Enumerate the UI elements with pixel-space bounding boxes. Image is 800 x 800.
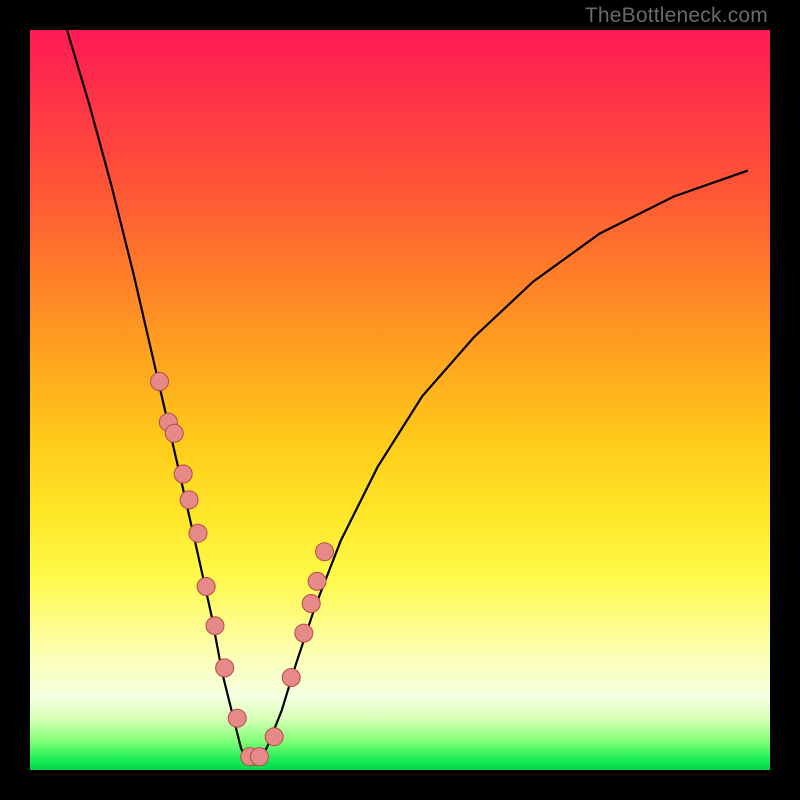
background-gradient [30, 30, 770, 770]
watermark-text: TheBottleneck.com [585, 4, 768, 28]
chart-frame: TheBottleneck.com [0, 0, 800, 800]
plot-area [30, 30, 770, 770]
